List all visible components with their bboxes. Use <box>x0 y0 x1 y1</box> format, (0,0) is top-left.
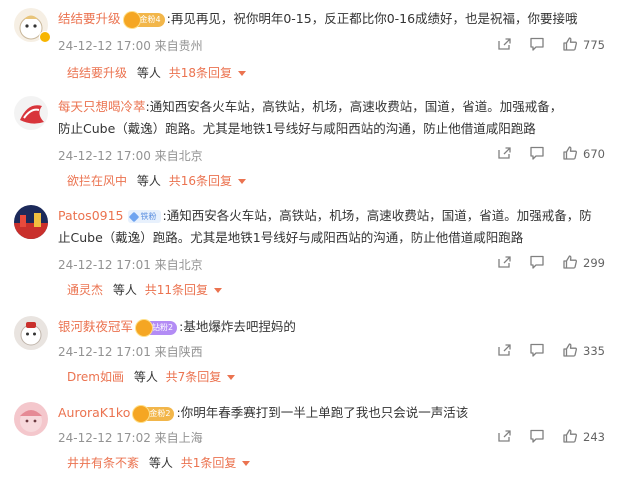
share-icon <box>498 38 511 50</box>
comment-icon <box>530 255 544 269</box>
share-button[interactable] <box>496 254 512 274</box>
like-icon <box>563 37 578 51</box>
comment-meta: 24-12-12 17:01 来自陕西 <box>58 345 203 359</box>
comment-meta: 24-12-12 17:02 来自上海 <box>58 431 203 445</box>
comment-button[interactable] <box>529 36 545 56</box>
reply-count-link[interactable]: 共11条回复 <box>145 283 208 297</box>
chevron-down-icon <box>227 375 236 380</box>
fan-badge-icon <box>135 318 154 337</box>
like-count: 775 <box>583 38 605 52</box>
avatar[interactable] <box>14 205 48 239</box>
chevron-down-icon <box>237 71 246 76</box>
reply-summary[interactable]: Drem如画 等人 共7条回复 <box>67 368 236 386</box>
like-icon <box>563 255 578 269</box>
comment-icon <box>530 429 544 443</box>
comment-icon <box>530 146 544 160</box>
reply-username[interactable]: Drem如画 <box>67 370 124 384</box>
comment-meta: 24-12-12 17:00 来自北京 <box>58 149 203 163</box>
diamond-icon <box>128 211 139 222</box>
avatar[interactable] <box>14 402 48 436</box>
comment-text: :你明年春季赛打到一半上单跑了我也只会说一声活该 <box>176 405 469 420</box>
like-count: 670 <box>583 147 605 161</box>
reply-summary[interactable]: 欲拦在风中 等人 共16条回复 <box>67 172 246 190</box>
reply-count-link[interactable]: 共16条回复 <box>169 174 232 188</box>
comment-text: :再见再见，祝你明年0-15，反正都比你0-16成绩好，也是祝福，你要接哦 <box>166 11 578 26</box>
reply-username[interactable]: 欲拦在风中 <box>67 174 127 188</box>
fan-badge[interactable]: 金粉4 <box>122 10 165 29</box>
reply-summary[interactable]: 井井有条不紊 等人 共1条回复 <box>67 454 251 472</box>
comment-icon <box>530 343 544 357</box>
comment-meta: 24-12-12 17:01 来自北京 <box>58 258 203 272</box>
comment-meta: 24-12-12 17:00 来自贵州 <box>58 39 203 53</box>
comment-username[interactable]: 结结要升级 <box>58 11 121 26</box>
like-icon <box>563 429 578 443</box>
reply-username[interactable]: 通灵杰 <box>67 283 103 297</box>
avatar[interactable] <box>14 316 48 350</box>
fan-badge[interactable]: 金粉2 <box>132 404 175 423</box>
share-button[interactable] <box>496 36 512 56</box>
comment-username[interactable]: 银河麩夜冠军 <box>58 319 133 334</box>
share-icon <box>498 430 511 442</box>
comment-username[interactable]: Patos0915 <box>58 208 124 223</box>
comment-button[interactable] <box>529 342 545 362</box>
like-button[interactable] <box>562 428 578 448</box>
comment-button[interactable] <box>529 254 545 274</box>
fan-badge-icon <box>122 10 141 29</box>
reply-summary[interactable]: 结结要升级 等人 共18条回复 <box>67 64 246 82</box>
fan-badge[interactable]: 铁粉 <box>127 210 161 223</box>
like-count: 335 <box>583 344 605 358</box>
share-icon <box>498 344 511 356</box>
comment-username[interactable]: AuroraK1ko <box>58 405 130 420</box>
reply-summary[interactable]: 通灵杰 等人 共11条回复 <box>67 281 222 299</box>
avatar[interactable] <box>14 96 48 130</box>
fan-badge[interactable]: 钻粉2 <box>135 318 178 337</box>
like-button[interactable] <box>562 36 578 56</box>
comment-text-continued: 防止Cube（戴逸）跑路。尤其是地铁1号线好与咸阳西站的沟通，防止他借道咸阳跑路 <box>58 121 536 136</box>
share-button[interactable] <box>496 145 512 165</box>
comment-icon <box>530 37 544 51</box>
like-button[interactable] <box>562 342 578 362</box>
share-icon <box>498 256 511 268</box>
chevron-down-icon <box>237 179 246 184</box>
reply-count-link[interactable]: 共18条回复 <box>169 66 232 80</box>
fan-badge-icon <box>132 404 151 423</box>
reply-username[interactable]: 井井有条不紊 <box>67 456 139 470</box>
reply-count-link[interactable]: 共1条回复 <box>181 456 237 470</box>
reply-count-link[interactable]: 共7条回复 <box>166 370 222 384</box>
verified-badge-icon <box>39 31 51 43</box>
reply-username[interactable]: 结结要升级 <box>67 66 127 80</box>
share-button[interactable] <box>496 428 512 448</box>
like-icon <box>563 343 578 357</box>
like-button[interactable] <box>562 254 578 274</box>
comment-text: :通知西安各火车站，高铁站，机场，高速收费站，国道，省道。加强戒备， <box>145 99 563 114</box>
like-count: 299 <box>583 256 605 270</box>
comment-username[interactable]: 每天只想喝冷萃 <box>58 99 146 114</box>
comment-button[interactable] <box>529 145 545 165</box>
chevron-down-icon <box>242 461 251 466</box>
like-icon <box>563 146 578 160</box>
comment-button[interactable] <box>529 428 545 448</box>
share-button[interactable] <box>496 342 512 362</box>
comment-text: :通知西安各火车站，高铁站，机场，高速收费站，国道，省道。加强戒备，防 <box>162 208 592 223</box>
comment-text-continued: 止Cube（戴逸）跑路。尤其是地铁1号线好与咸阳西站的沟通，防止他借道咸阳跑路 <box>58 230 524 245</box>
like-button[interactable] <box>562 145 578 165</box>
comment-text: :基地爆炸去吧捏妈的 <box>179 319 296 334</box>
chevron-down-icon <box>213 288 222 293</box>
like-count: 243 <box>583 430 605 444</box>
share-icon <box>498 147 511 159</box>
